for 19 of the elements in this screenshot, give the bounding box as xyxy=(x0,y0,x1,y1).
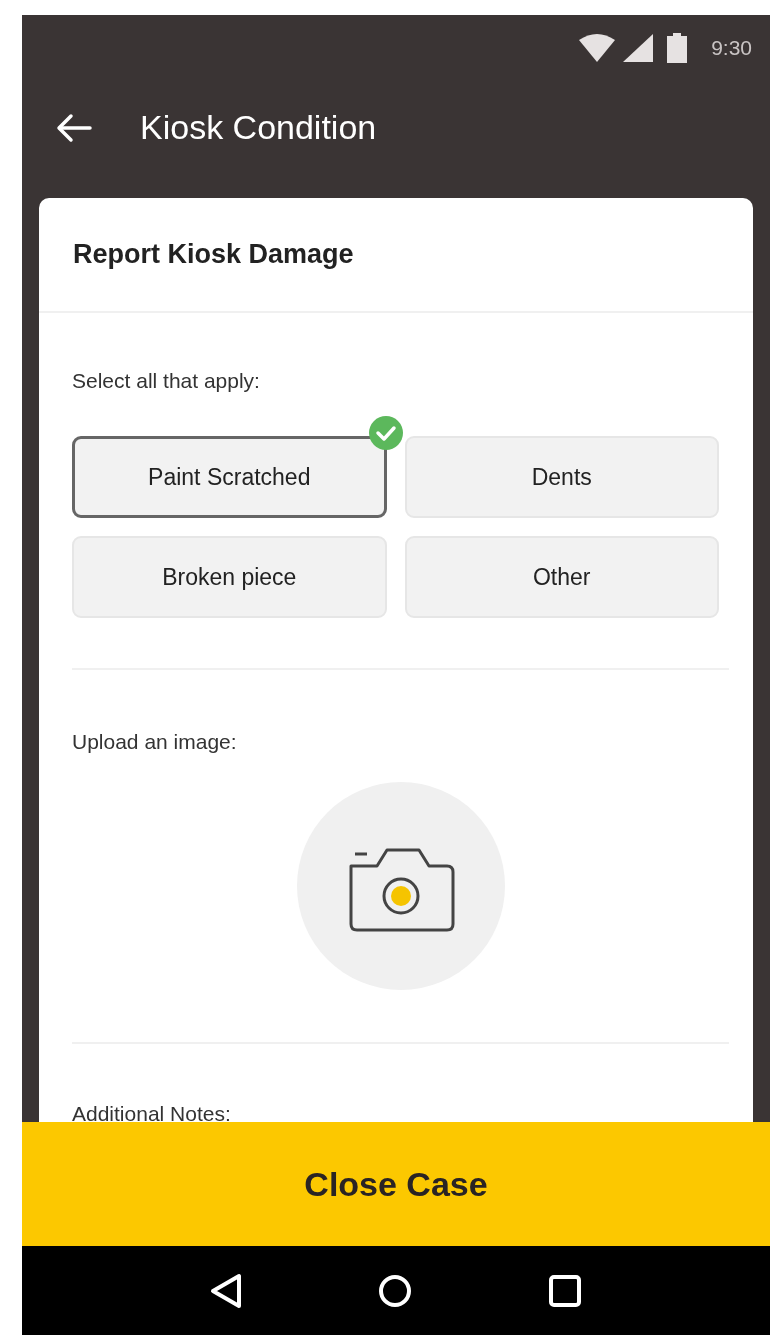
wifi-icon xyxy=(579,33,616,62)
status-time: 9:30 xyxy=(711,35,752,60)
card-title: Report Kiosk Damage xyxy=(73,239,354,270)
back-arrow-icon[interactable] xyxy=(56,112,92,143)
upload-label: Upload an image: xyxy=(72,730,238,754)
notes-label: Additional Notes: xyxy=(72,1102,232,1122)
battery-icon xyxy=(667,32,688,63)
screen-title: Kiosk Condition xyxy=(140,108,377,147)
prompt-label: Select all that apply: xyxy=(72,369,261,393)
recents-square-icon[interactable] xyxy=(548,1273,582,1308)
damage-option-chip[interactable]: Other xyxy=(404,536,719,618)
check-icon xyxy=(368,416,403,450)
damage-option-chip[interactable]: Broken piece xyxy=(72,536,387,618)
signal-icon xyxy=(623,33,654,62)
damage-option-chip[interactable]: Paint Scratched xyxy=(72,436,387,518)
damage-option-chip[interactable]: Dents xyxy=(404,436,719,518)
home-circle-icon[interactable] xyxy=(378,1273,412,1308)
close-case-button[interactable]: Close Case xyxy=(22,1122,770,1246)
back-triangle-icon[interactable] xyxy=(210,1272,242,1309)
